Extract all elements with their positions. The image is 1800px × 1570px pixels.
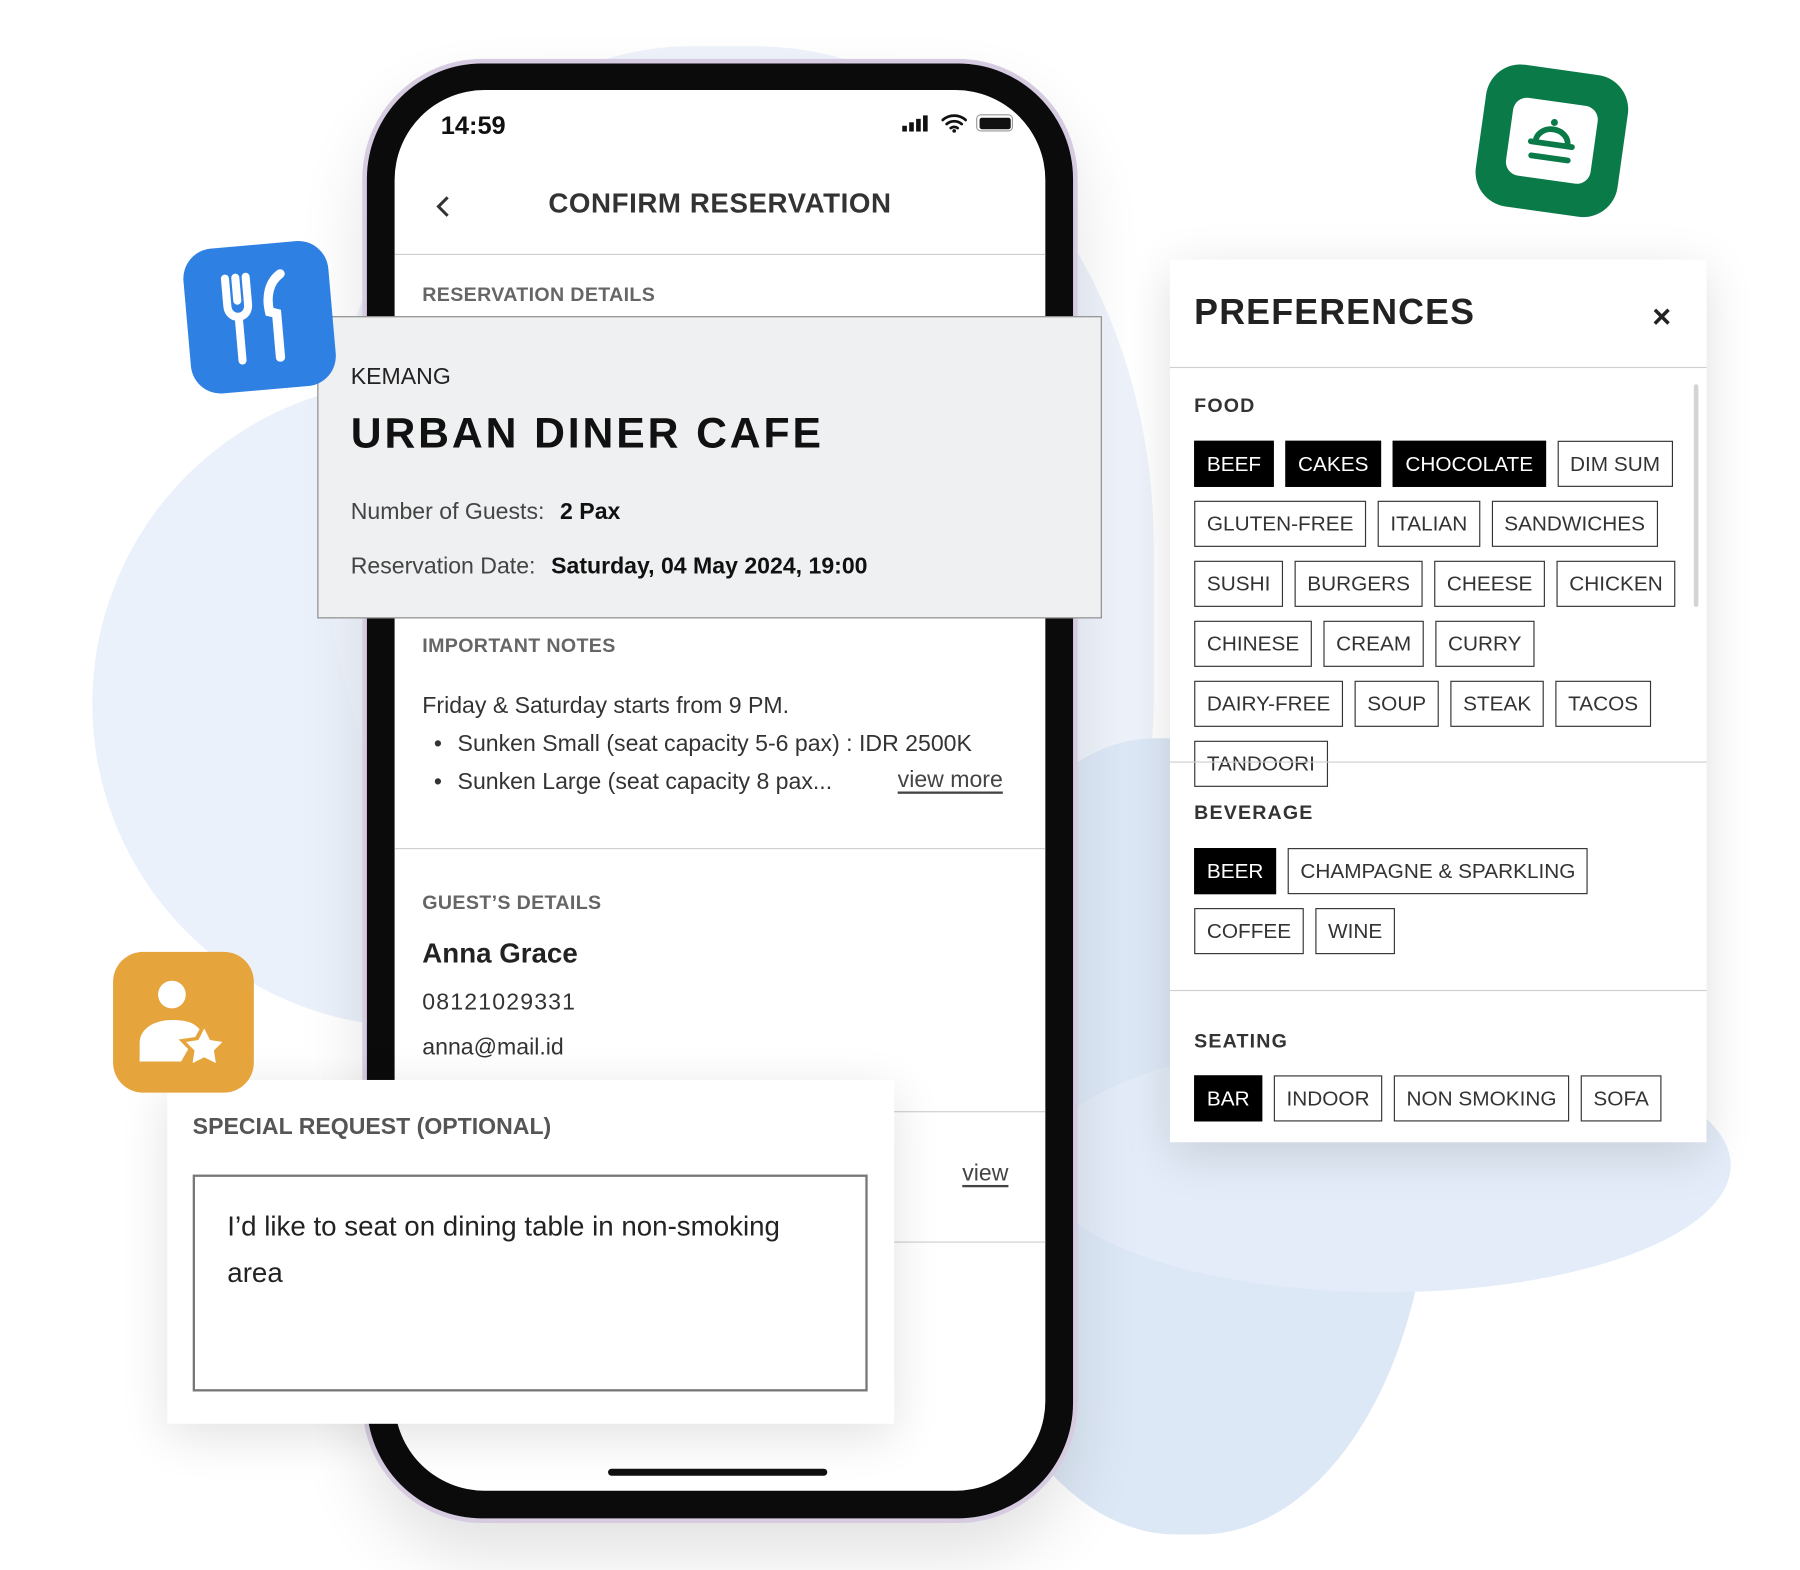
notes-bullet-text: Sunken Small (seat capacity 5-6 pax) : I… xyxy=(457,731,972,757)
guest-email: anna@mail.id xyxy=(422,1034,564,1061)
food-cloche-icon xyxy=(1471,59,1633,222)
preference-tag[interactable]: CHICKEN xyxy=(1556,560,1676,607)
date-label: Reservation Date: xyxy=(350,553,536,580)
battery-icon xyxy=(976,114,1014,132)
important-notes-label: IMPORTANT NOTES xyxy=(422,634,616,657)
preferences-panel: PREFERENCES × FOOD BEEF CAKES CHOCOLATE DIM… xyxy=(1169,259,1707,1143)
preference-tag[interactable]: CHINESE xyxy=(1194,620,1312,667)
divider xyxy=(1169,989,1707,992)
status-time: 14:59 xyxy=(440,110,506,140)
date-value: Saturday, 04 May 2024, 19:00 xyxy=(551,553,868,580)
guests-label: Number of Guests: xyxy=(350,499,545,525)
page-title: CONFIRM RESERVATION xyxy=(548,188,892,220)
special-request-label: SPECIAL REQUEST (OPTIONAL) xyxy=(192,1114,552,1140)
preference-tag[interactable]: TACOS xyxy=(1555,680,1651,727)
preference-tag[interactable]: SANDWICHES xyxy=(1491,500,1658,547)
special-request-text: I’d like to seat on dining table in non-… xyxy=(227,1211,780,1289)
preference-tag[interactable]: BURGERS xyxy=(1294,560,1423,607)
scrollbar[interactable] xyxy=(1693,384,1699,607)
preference-tag[interactable]: WINE xyxy=(1315,908,1395,955)
preference-tag[interactable]: SUSHI xyxy=(1194,560,1284,607)
user-star-icon xyxy=(113,951,254,1093)
beverage-label: BEVERAGE xyxy=(1194,801,1314,824)
divider xyxy=(394,848,1046,850)
special-request-textarea[interactable]: I’d like to seat on dining table in non-… xyxy=(192,1174,868,1392)
preference-tag[interactable]: DIM SUM xyxy=(1557,440,1673,487)
guest-phone: 08121029331 xyxy=(422,989,577,1016)
fork-knife-icon xyxy=(180,238,339,397)
view-more-link[interactable]: view more xyxy=(898,767,1003,794)
preference-tag[interactable]: NON SMOKING xyxy=(1393,1075,1570,1122)
preference-tag[interactable]: CHEESE xyxy=(1434,560,1546,607)
notes-bullet-text: Sunken Large (seat capacity 8 pax... xyxy=(457,769,833,795)
preference-tag[interactable]: CHOCOLATE xyxy=(1392,440,1546,487)
preference-tag[interactable]: COFFEE xyxy=(1194,908,1304,955)
guests-value: 2 Pax xyxy=(560,499,621,525)
view-link[interactable]: view xyxy=(962,1161,1008,1188)
divider xyxy=(1169,366,1707,369)
notes-bullet: • Sunken Large (seat capacity 8 pax... xyxy=(433,769,833,795)
guest-details-label: GUEST’S DETAILS xyxy=(422,891,602,914)
preference-tag[interactable]: CURRY xyxy=(1435,620,1535,667)
date-row: Reservation Date: Saturday, 04 May 2024,… xyxy=(351,554,868,581)
preference-tag[interactable]: CAKES xyxy=(1285,440,1382,487)
signal-icon xyxy=(902,115,928,132)
reservation-details-label: RESERVATION DETAILS xyxy=(422,283,656,306)
preference-tag[interactable]: BEEF xyxy=(1194,440,1274,487)
preference-tag[interactable]: GLUTEN-FREE xyxy=(1194,500,1367,547)
preference-tag[interactable]: INDOOR xyxy=(1273,1075,1383,1122)
home-indicator xyxy=(608,1468,828,1476)
special-request-card: SPECIAL REQUEST (OPTIONAL) I’d like to s… xyxy=(167,1079,895,1424)
guest-name: Anna Grace xyxy=(422,938,578,970)
seating-label: SEATING xyxy=(1194,1030,1289,1053)
beverage-tags: BEER CHAMPAGNE & SPARKLING COFFEE WINE xyxy=(1194,848,1609,955)
wifi-icon xyxy=(941,114,967,133)
notes-intro: Friday & Saturday starts from 9 PM. xyxy=(422,693,790,719)
area-name: KEMANG xyxy=(350,364,451,390)
preference-tag[interactable]: ITALIAN xyxy=(1377,500,1480,547)
preference-tag[interactable]: BEER xyxy=(1194,848,1277,895)
preference-tag[interactable]: SOUP xyxy=(1354,680,1439,727)
preferences-title: PREFERENCES xyxy=(1194,291,1476,333)
restaurant-name: URBAN DINER CAFE xyxy=(350,409,824,457)
preference-tag[interactable]: STEAK xyxy=(1450,680,1544,727)
preference-tag[interactable]: CHAMPAGNE & SPARKLING xyxy=(1287,848,1589,895)
preference-tag[interactable]: SOFA xyxy=(1580,1075,1662,1122)
guests-row: Number of Guests: 2 Pax xyxy=(351,500,621,527)
food-tags: BEEF CAKES CHOCOLATE DIM SUM GLUTEN-FREE ITAL… xyxy=(1194,440,1690,787)
preference-tag[interactable]: TANDOORI xyxy=(1194,740,1328,787)
preference-tag[interactable]: BAR xyxy=(1194,1075,1263,1122)
preference-tag[interactable]: DAIRY-FREE xyxy=(1194,680,1344,727)
notes-bullet: • Sunken Small (seat capacity 5-6 pax) :… xyxy=(433,731,972,757)
divider xyxy=(394,253,1046,255)
preference-tag[interactable]: CREAM xyxy=(1323,620,1424,667)
seating-tags: BAR INDOOR NON SMOKING SOFA xyxy=(1194,1075,1690,1122)
reservation-card: KEMANG URBAN DINER CAFE Number of Guests… xyxy=(317,316,1102,619)
food-label: FOOD xyxy=(1194,394,1256,417)
close-icon[interactable]: × xyxy=(1652,299,1671,336)
divider xyxy=(1169,761,1707,763)
